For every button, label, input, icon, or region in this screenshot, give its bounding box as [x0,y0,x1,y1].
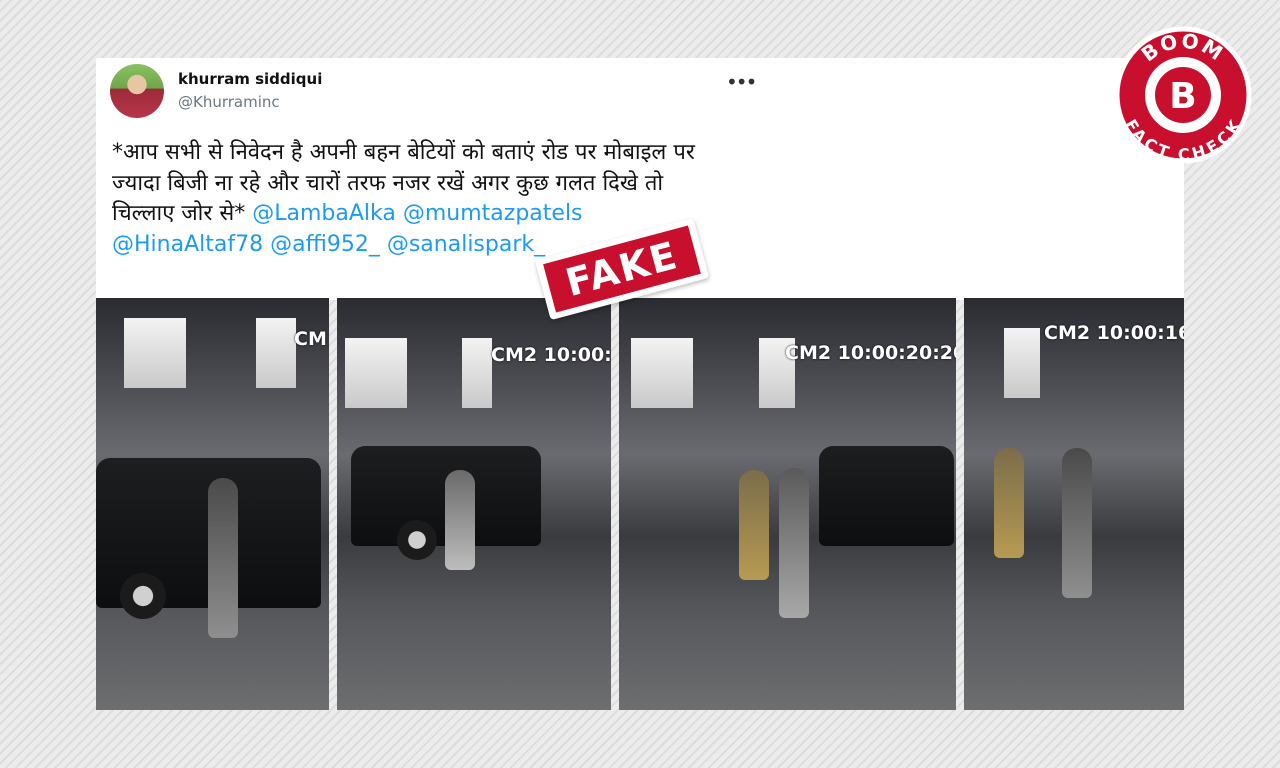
building-window [256,318,296,388]
badge-letter: B [1169,76,1196,117]
van-wheel [120,573,166,619]
video-frame-1[interactable]: CM [96,298,329,710]
building-window [1004,328,1040,398]
car [819,446,954,546]
person [994,448,1024,558]
building-window [345,338,407,408]
mention-link[interactable]: @HinaAltaf78 [112,232,263,257]
video-frame-4[interactable]: CM2 10:00:16: [964,298,1184,710]
building-window [462,338,492,408]
person [208,478,238,638]
person [779,468,809,618]
boom-fact-check-badge: B BOOM FACT CHECK [1114,26,1252,164]
van-wheel [397,520,437,560]
person [739,470,769,580]
video-frame-2[interactable]: CM2 10:00:2 [337,298,611,710]
mention-link[interactable]: @LambaAlka [252,201,396,226]
user-handle[interactable]: @Khurraminc [178,93,280,111]
camera-timestamp: CM2 10:00:2 [491,344,611,366]
camera-timestamp: CM2 10:00:16: [1044,322,1184,344]
camera-timestamp: CM2 10:00:20:20 [785,342,956,364]
person [445,470,475,570]
person [1062,448,1092,598]
video-frame-3[interactable]: CM2 10:00:20:20 [619,298,956,710]
camera-timestamp: CM [294,328,327,350]
mention-link[interactable]: @affi952_ [270,232,380,257]
avatar[interactable] [110,64,164,118]
mention-link[interactable]: @mumtazpatels [403,201,583,226]
building-window [631,338,693,408]
building-window [124,318,186,388]
more-horizontal-icon[interactable]: ••• [726,70,757,94]
display-name[interactable]: khurram siddiqui [178,70,322,88]
mention-link[interactable]: @sanalispark_ [387,232,545,257]
